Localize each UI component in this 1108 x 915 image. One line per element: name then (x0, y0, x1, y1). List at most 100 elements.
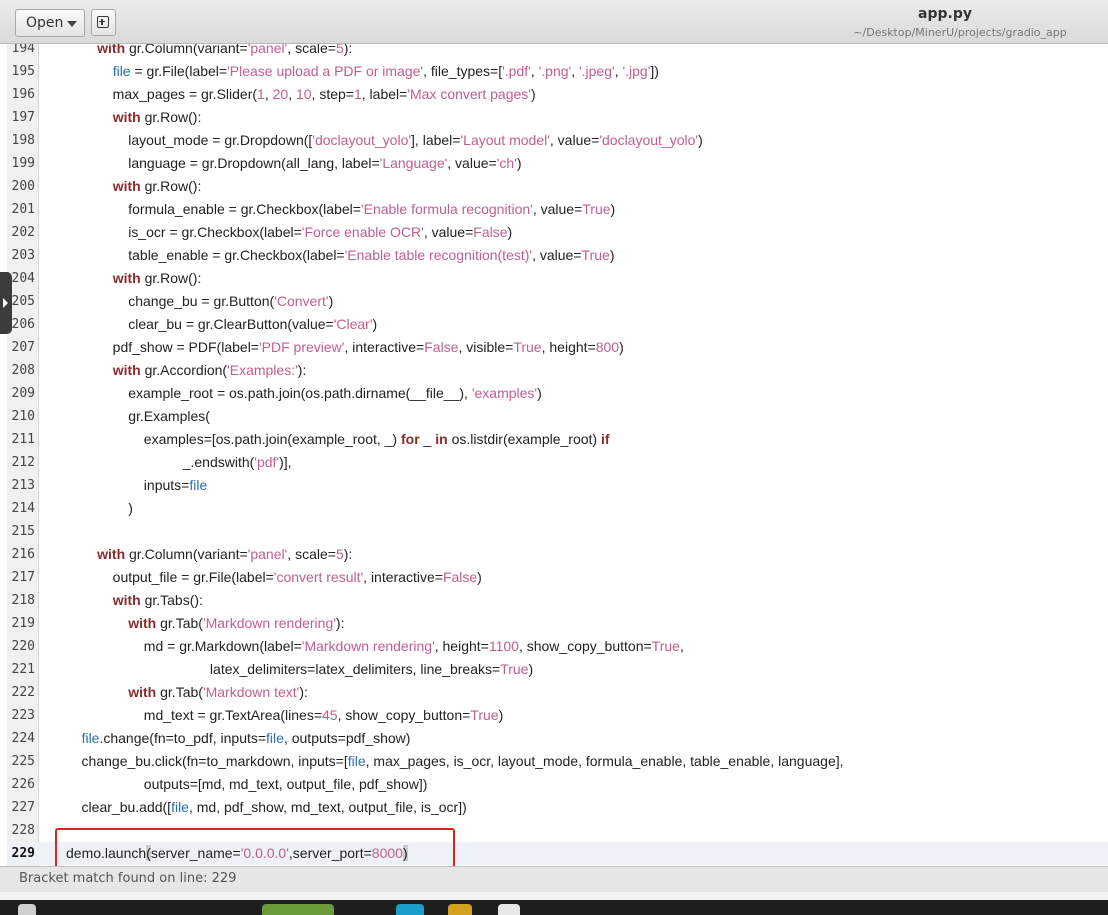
window-bottom-edge (0, 892, 1108, 900)
code-text: table_enable = gr.Checkbox(label='Enable… (66, 247, 615, 263)
code-line[interactable]: 227 clear_bu.add([file, md, pdf_show, md… (7, 796, 1108, 819)
code-text: with gr.Tabs(): (112, 592, 203, 608)
code-line[interactable]: 203 table_enable = gr.Checkbox(label='En… (7, 244, 1108, 267)
taskbar-editor-icon[interactable] (498, 904, 520, 915)
code-line[interactable]: 212 _.endswith('pdf')], (7, 451, 1108, 474)
code-text: with gr.Column(variant='panel', scale=5)… (97, 546, 353, 562)
taskbar-app-icon[interactable] (262, 904, 334, 915)
code-editor[interactable]: 194 with gr.Column(variant='panel', scal… (7, 44, 1108, 866)
code-line[interactable]: 216 with gr.Column(variant='panel', scal… (7, 543, 1108, 566)
line-number: 210 (11, 409, 35, 424)
taskbar-folder-icon[interactable] (448, 904, 472, 915)
line-number: 197 (11, 110, 35, 125)
code-line[interactable]: 218 with gr.Tabs(): (7, 589, 1108, 612)
code-text: with gr.Row(): (112, 109, 202, 125)
code-text: with gr.Column(variant='panel', scale=5)… (97, 44, 353, 56)
line-number: 214 (11, 501, 35, 516)
window-title: app.py (918, 6, 972, 22)
line-number: 223 (11, 708, 35, 723)
code-text: clear_bu.add([file, md, pdf_show, md_tex… (66, 799, 467, 815)
code-line[interactable]: 195 file = gr.File(label='Please upload … (7, 60, 1108, 83)
line-number: 213 (11, 478, 35, 493)
code-line[interactable]: 224 file.change(fn=to_pdf, inputs=file, … (7, 727, 1108, 750)
line-number: 209 (11, 386, 35, 401)
code-text: change_bu = gr.Button('Convert') (66, 293, 334, 309)
code-line[interactable]: 215 (7, 520, 1108, 543)
code-text: language = gr.Dropdown(all_lang, label='… (66, 155, 522, 171)
code-line[interactable]: 210 gr.Examples( (7, 405, 1108, 428)
code-text: formula_enable = gr.Checkbox(label='Enab… (66, 201, 616, 217)
code-line[interactable]: 211 examples=[os.path.join(example_root,… (7, 428, 1108, 451)
taskbar-browser-icon[interactable] (396, 904, 424, 915)
line-number: 201 (11, 202, 35, 217)
code-text: latex_delimiters=latex_delimiters, line_… (66, 661, 534, 677)
code-text: outputs=[md, md_text, output_file, pdf_s… (66, 776, 428, 792)
code-line[interactable]: 204 with gr.Row(): (7, 267, 1108, 290)
code-text: is_ocr = gr.Checkbox(label='Force enable… (66, 224, 513, 240)
status-text: Bracket match found on line: 229 (19, 871, 237, 886)
line-number: 203 (11, 248, 35, 263)
code-line[interactable]: 208 with gr.Accordion('Examples:'): (7, 359, 1108, 382)
code-text: clear_bu = gr.ClearButton(value='Clear') (66, 316, 378, 332)
code-line[interactable]: 194 with gr.Column(variant='panel', scal… (7, 44, 1108, 60)
line-number: 207 (11, 340, 35, 355)
line-number: 226 (11, 777, 35, 792)
line-number: 217 (11, 570, 35, 585)
line-number: 221 (11, 662, 35, 677)
code-line[interactable]: 202 is_ocr = gr.Checkbox(label='Force en… (7, 221, 1108, 244)
open-button[interactable]: Open (15, 9, 85, 37)
code-line[interactable]: 197 with gr.Row(): (7, 106, 1108, 129)
code-text: file = gr.File(label='Please upload a PD… (112, 63, 659, 79)
code-text: layout_mode = gr.Dropdown(['doclayout_yo… (66, 132, 703, 148)
code-line[interactable]: 217 output_file = gr.File(label='convert… (7, 566, 1108, 589)
code-line[interactable]: 219 with gr.Tab('Markdown rendering'): (7, 612, 1108, 635)
code-line[interactable]: 199 language = gr.Dropdown(all_lang, lab… (7, 152, 1108, 175)
line-number: 195 (11, 64, 35, 79)
code-text: change_bu.click(fn=to_markdown, inputs=[… (66, 753, 844, 769)
code-text: examples=[os.path.join(example_root, _) … (66, 431, 610, 447)
code-line[interactable]: 226 outputs=[md, md_text, output_file, p… (7, 773, 1108, 796)
chevron-down-icon (67, 21, 77, 27)
code-text: example_root = os.path.join(os.path.dirn… (66, 385, 542, 401)
code-line[interactable]: 207 pdf_show = PDF(label='PDF preview', … (7, 336, 1108, 359)
code-line[interactable]: 221 latex_delimiters=latex_delimiters, l… (7, 658, 1108, 681)
code-text: inputs=file (66, 477, 208, 493)
open-button-label: Open (26, 15, 64, 31)
line-number: 200 (11, 179, 35, 194)
code-line[interactable]: 196 max_pages = gr.Slider(1, 20, 10, ste… (7, 83, 1108, 106)
window-subtitle-path: ~/Desktop/MinerU/projects/gradio_app (853, 26, 1067, 39)
code-line[interactable]: 198 layout_mode = gr.Dropdown(['doclayou… (7, 129, 1108, 152)
code-line[interactable]: 200 with gr.Row(): (7, 175, 1108, 198)
line-number: 215 (11, 524, 35, 539)
code-text: with gr.Tab('Markdown rendering'): (128, 615, 345, 631)
code-text: with gr.Accordion('Examples:'): (112, 362, 307, 378)
code-line[interactable]: 201 formula_enable = gr.Checkbox(label='… (7, 198, 1108, 221)
new-tab-button[interactable] (91, 9, 116, 36)
code-line[interactable]: 220 md = gr.Markdown(label='Markdown ren… (7, 635, 1108, 658)
status-bar: Bracket match found on line: 229 (0, 866, 1108, 892)
code-line[interactable]: 209 example_root = os.path.join(os.path.… (7, 382, 1108, 405)
line-number: 224 (11, 731, 35, 746)
code-line[interactable]: 205 change_bu = gr.Button('Convert') (7, 290, 1108, 313)
code-line[interactable]: 213 inputs=file (7, 474, 1108, 497)
line-number: 196 (11, 87, 35, 102)
code-line[interactable]: 222 with gr.Tab('Markdown text'): (7, 681, 1108, 704)
code-text: max_pages = gr.Slider(1, 20, 10, step=1,… (66, 86, 536, 102)
header-bar: Open app.py ~/Desktop/MinerU/projects/gr… (0, 0, 1108, 44)
line-number: 208 (11, 363, 35, 378)
code-text: md = gr.Markdown(label='Markdown renderi… (66, 638, 684, 654)
start-menu-icon[interactable] (18, 904, 36, 915)
line-number: 220 (11, 639, 35, 654)
code-line[interactable]: 206 clear_bu = gr.ClearButton(value='Cle… (7, 313, 1108, 336)
code-text: gr.Examples( (66, 408, 210, 424)
code-text: with gr.Row(): (112, 178, 202, 194)
code-text: file.change(fn=to_pdf, inputs=file, outp… (81, 730, 411, 746)
line-number: 211 (11, 432, 35, 447)
code-lines: 194 with gr.Column(variant='panel', scal… (7, 44, 1108, 865)
code-text: ) (66, 500, 133, 516)
code-line[interactable]: 225 change_bu.click(fn=to_markdown, inpu… (7, 750, 1108, 773)
line-number: 219 (11, 616, 35, 631)
side-panel-toggle[interactable] (0, 272, 12, 334)
code-line[interactable]: 214 ) (7, 497, 1108, 520)
code-line[interactable]: 223 md_text = gr.TextArea(lines=45, show… (7, 704, 1108, 727)
